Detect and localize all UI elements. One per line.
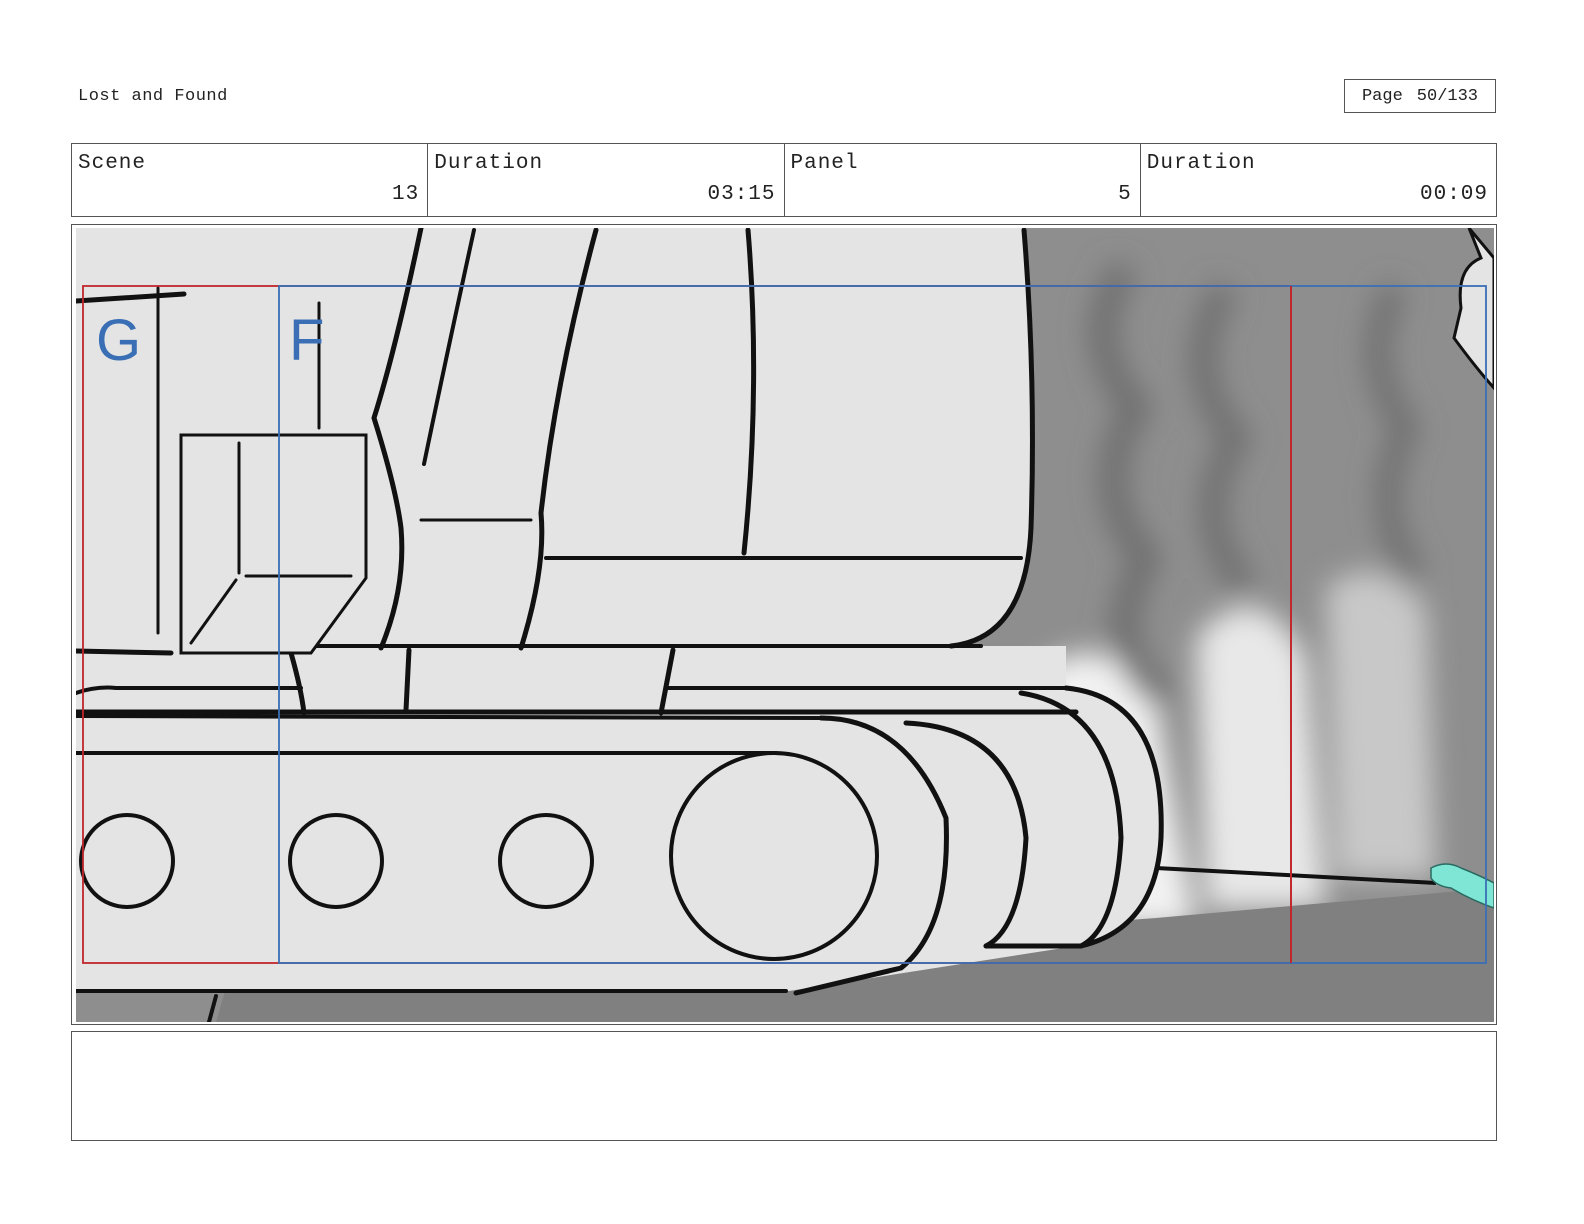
document-title: Lost and Found (78, 87, 228, 106)
frame-label-f: F (289, 308, 324, 373)
panel-label: Panel (790, 152, 859, 175)
panel-notes (71, 1031, 1497, 1141)
panel-duration-label: Duration (1146, 152, 1256, 175)
page-indicator: Page 50/133 (1344, 79, 1496, 113)
scene-value: 13 (392, 183, 420, 206)
track-wheel-3 (498, 813, 594, 909)
panel-info-bar: Scene 13 Duration 03:15 Panel 5 Duration… (71, 143, 1497, 217)
track-wheel-1 (79, 813, 175, 909)
frame-label-g: G (96, 308, 141, 373)
scene-duration-label: Duration (434, 152, 544, 175)
scene-duration-cell: Duration 03:15 (428, 144, 785, 216)
page-label: Page (1361, 86, 1403, 106)
scene-label: Scene (78, 152, 147, 175)
scene-cell: Scene 13 (72, 144, 429, 216)
panel-duration-value: 00:09 (1419, 183, 1488, 206)
storyboard-panel: G F (71, 224, 1497, 1025)
panel-duration-cell: Duration 00:09 (1141, 144, 1496, 216)
panel-value: 5 (1118, 183, 1132, 206)
scene-duration-value: 03:15 (707, 183, 776, 206)
track-wheel-drive (669, 751, 879, 961)
page-number: 50/133 (1416, 86, 1479, 106)
track-wheel-2 (288, 813, 384, 909)
panel-drawing: G F (76, 228, 1494, 1022)
panel-cell: Panel 5 (785, 144, 1141, 216)
